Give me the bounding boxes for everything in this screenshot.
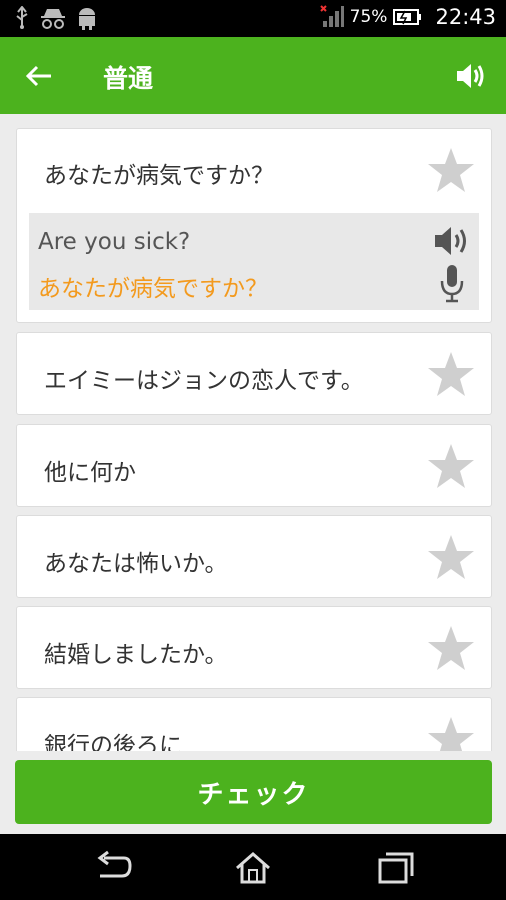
speaker-icon [457, 64, 484, 88]
play-audio-icon[interactable] [433, 223, 471, 259]
android-icon [79, 8, 95, 30]
usb-icon [16, 6, 28, 29]
phrase-text: あなたが病気ですか？ [44, 163, 274, 189]
clock: 22:43 [435, 5, 496, 29]
english-translation: Are you sick? [38, 229, 191, 255]
phrase-text: 結婚しましたか。 [44, 642, 228, 668]
star-icon[interactable] [427, 351, 475, 397]
star-icon[interactable] [427, 534, 475, 580]
incognito-icon [41, 9, 65, 29]
phrase-card[interactable]: 他に何か [16, 424, 492, 507]
navigation-bar [0, 834, 506, 900]
app-bar: 普通 [0, 37, 506, 114]
recent-apps-icon[interactable] [376, 850, 416, 886]
phrase-text: 他に何か [44, 460, 136, 486]
back-button[interactable] [22, 59, 56, 93]
star-icon[interactable] [427, 716, 475, 751]
check-button[interactable]: チェック [15, 760, 492, 824]
home-icon[interactable] [233, 850, 273, 886]
page-title: 普通 [103, 64, 154, 93]
phrase-card[interactable]: 結婚しましたか。 [16, 606, 492, 689]
phrase-text: あなたは怖いか。 [44, 551, 228, 577]
phrase-text: 銀行の後ろに [44, 733, 182, 751]
star-icon[interactable] [427, 443, 475, 489]
phrase-card[interactable]: エイミーはジョンの恋人です。 [16, 332, 492, 415]
phrase-list[interactable]: あなたが病気ですか？ Are you sick? あなたが病気ですか？ エイミー… [16, 128, 492, 751]
signal-icon [319, 5, 344, 27]
arrow-left-icon [26, 65, 51, 87]
translation-panel: Are you sick? あなたが病気ですか？ [29, 213, 479, 310]
phrase-card[interactable]: あなたが病気ですか？ Are you sick? あなたが病気ですか？ [16, 128, 492, 323]
battery-icon [393, 9, 422, 25]
japanese-reading: あなたが病気ですか？ [38, 276, 268, 302]
phrase-card[interactable]: 銀行の後ろに [16, 697, 492, 751]
microphone-icon[interactable] [439, 263, 465, 303]
battery-percent: 75% [349, 7, 388, 27]
star-icon[interactable] [427, 147, 475, 193]
star-icon[interactable] [427, 625, 475, 671]
back-nav-icon[interactable] [94, 850, 134, 886]
phrase-text: エイミーはジョンの恋人です。 [44, 368, 364, 394]
status-bar: 75% 22:43 [0, 0, 506, 37]
phrase-card[interactable]: あなたは怖いか。 [16, 515, 492, 598]
speaker-button[interactable] [454, 59, 488, 93]
